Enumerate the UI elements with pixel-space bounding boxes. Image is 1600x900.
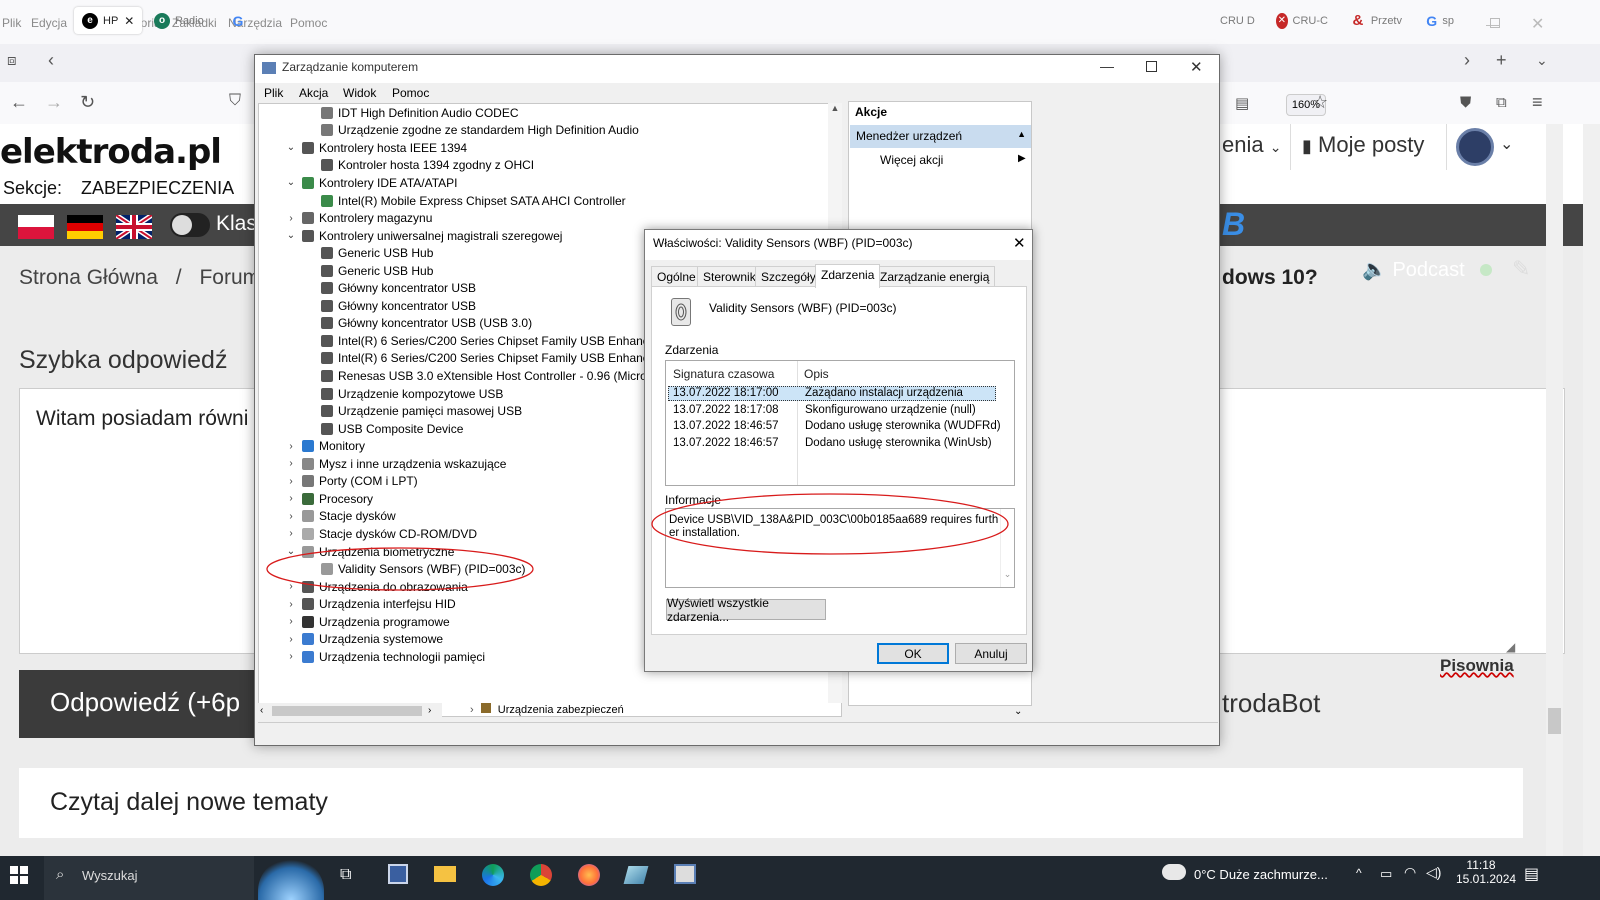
windows-start-icon[interactable]: [10, 866, 28, 884]
annotation-ellipse-info: [651, 493, 1009, 555]
taskbar-search[interactable]: ⌕ Wyszukaj: [44, 856, 254, 900]
file-explorer-icon[interactable]: [434, 866, 456, 882]
save-app-icon[interactable]: [388, 864, 408, 884]
show-hidden-icons-icon[interactable]: ^: [1356, 866, 1362, 880]
notifications-icon[interactable]: ▤: [1524, 864, 1539, 884]
volume-icon[interactable]: ◁): [1426, 864, 1441, 881]
search-icon: ⌕: [56, 866, 65, 883]
chrome-icon[interactable]: [530, 864, 552, 886]
annotation-ellipse-device: [266, 547, 534, 591]
wifi-icon[interactable]: ◠: [1404, 864, 1416, 881]
clock[interactable]: 11:18 15.01.2024: [1456, 858, 1517, 886]
computer-management-taskbar-icon[interactable]: [674, 864, 696, 884]
task-view-icon[interactable]: ⧉: [340, 866, 351, 884]
firefox-icon[interactable]: [578, 864, 600, 886]
search-placeholder: Wyszukaj: [82, 868, 138, 883]
battery-icon[interactable]: ▭: [1380, 866, 1392, 882]
clock-date: 15.01.2024: [1456, 872, 1517, 886]
red-annotations: [266, 493, 1009, 591]
weather-text[interactable]: 0°C Duże zachmurze...: [1194, 867, 1328, 882]
clock-time: 11:18: [1466, 858, 1496, 872]
edge-icon[interactable]: [482, 864, 504, 886]
weather-cloud-icon: [1162, 864, 1186, 880]
